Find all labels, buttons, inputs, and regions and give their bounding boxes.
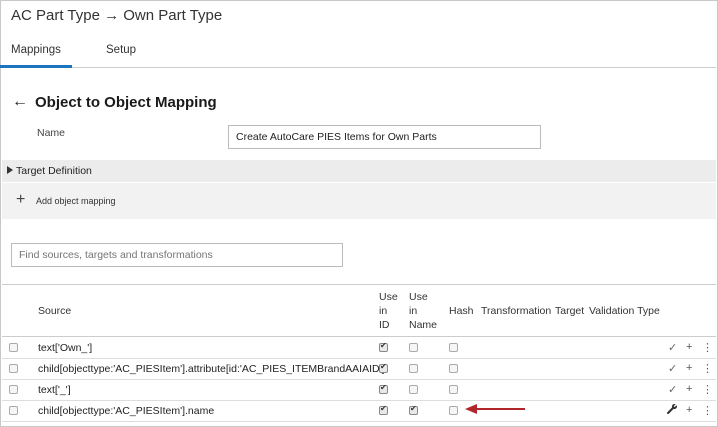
add-icon[interactable]: +: [686, 383, 692, 395]
wrench-icon-glyph: [667, 404, 677, 414]
header-use-in-name-2: in: [409, 305, 418, 317]
hash-checkbox[interactable]: [449, 406, 458, 415]
use-in-name-checkbox[interactable]: [409, 343, 418, 352]
hash-checkbox[interactable]: [449, 364, 458, 373]
tab-setup[interactable]: Setup: [106, 44, 136, 56]
row-source: text['_']: [38, 384, 71, 396]
add-icon[interactable]: +: [686, 404, 692, 416]
row-select-checkbox[interactable]: [9, 364, 18, 373]
annotation-arrow-icon: [465, 404, 525, 414]
row-source: text['Own_']: [38, 342, 93, 354]
more-options-icon[interactable]: ⋮: [702, 404, 713, 417]
use-in-name-checkbox[interactable]: [409, 364, 418, 373]
target-definition-label: Target Definition: [16, 165, 92, 177]
header-use-in-id-2: in: [379, 305, 388, 317]
more-options-icon[interactable]: ⋮: [702, 362, 713, 375]
check-icon[interactable]: ✓: [668, 341, 677, 354]
table-row[interactable]: text['Own_'] ✓ + ⋮: [2, 338, 716, 359]
row-select-checkbox[interactable]: [9, 385, 18, 394]
section-heading: Object to Object Mapping: [35, 94, 217, 111]
expand-triangle-icon: [7, 166, 13, 174]
table-row[interactable]: child[objecttype:'AC_PIESItem'].attribut…: [2, 359, 716, 380]
name-label: Name: [37, 127, 66, 139]
use-in-name-checkbox[interactable]: [409, 385, 418, 394]
check-icon[interactable]: ✓: [668, 362, 677, 375]
table-header: Source Use in ID Use in Name Hash Transf…: [2, 285, 716, 337]
header-use-in-id-3: ID: [379, 319, 390, 331]
header-hash: Hash: [449, 305, 474, 317]
header-use-in-name-1: Use: [409, 291, 428, 303]
table-row[interactable]: child[objecttype:'AC_PIESItem'].name + ⋮: [2, 401, 716, 422]
table-row[interactable]: text['_'] ✓ + ⋮: [2, 380, 716, 401]
row-source: child[objecttype:'AC_PIESItem'].attribut…: [38, 363, 385, 375]
use-in-id-checkbox[interactable]: [379, 341, 388, 352]
wrench-icon[interactable]: [666, 403, 678, 418]
hash-checkbox[interactable]: [449, 385, 458, 394]
tab-mappings[interactable]: Mappings: [11, 44, 61, 56]
page-title: AC Part Type → Own Part Type: [11, 7, 223, 24]
target-definition-toggle[interactable]: Target Definition: [2, 160, 716, 182]
name-input[interactable]: [228, 125, 541, 149]
header-use-in-id-1: Use: [379, 291, 398, 303]
search-input[interactable]: [11, 243, 343, 267]
header-source: Source: [38, 305, 72, 317]
check-icon[interactable]: ✓: [668, 383, 677, 396]
tab-bar: Mappings Setup: [0, 38, 716, 68]
more-options-icon[interactable]: ⋮: [702, 341, 713, 354]
more-options-icon[interactable]: ⋮: [702, 383, 713, 396]
add-icon[interactable]: +: [686, 341, 692, 353]
hash-checkbox[interactable]: [449, 343, 458, 352]
row-select-checkbox[interactable]: [9, 343, 18, 352]
use-in-id-checkbox[interactable]: [379, 383, 388, 394]
plus-icon: +: [16, 191, 26, 208]
add-object-mapping-label: Add object mapping: [36, 196, 116, 206]
use-in-id-checkbox[interactable]: [379, 404, 388, 415]
header-use-in-name-3: Name: [409, 319, 438, 331]
row-source: child[objecttype:'AC_PIESItem'].name: [38, 405, 215, 417]
add-object-mapping-button[interactable]: + Add object mapping: [2, 183, 716, 219]
row-select-checkbox[interactable]: [9, 406, 18, 415]
use-in-id-checkbox[interactable]: [379, 362, 388, 373]
header-validation-type: Validation Type: [589, 305, 660, 317]
mapping-table: Source Use in ID Use in Name Hash Transf…: [2, 284, 716, 422]
back-arrow-icon[interactable]: ←: [12, 93, 28, 111]
use-in-name-checkbox[interactable]: [409, 404, 418, 415]
header-target: Target: [555, 305, 585, 317]
header-transformation: Transformation: [481, 305, 552, 317]
active-tab-indicator: [0, 65, 72, 68]
add-icon[interactable]: +: [686, 362, 692, 374]
